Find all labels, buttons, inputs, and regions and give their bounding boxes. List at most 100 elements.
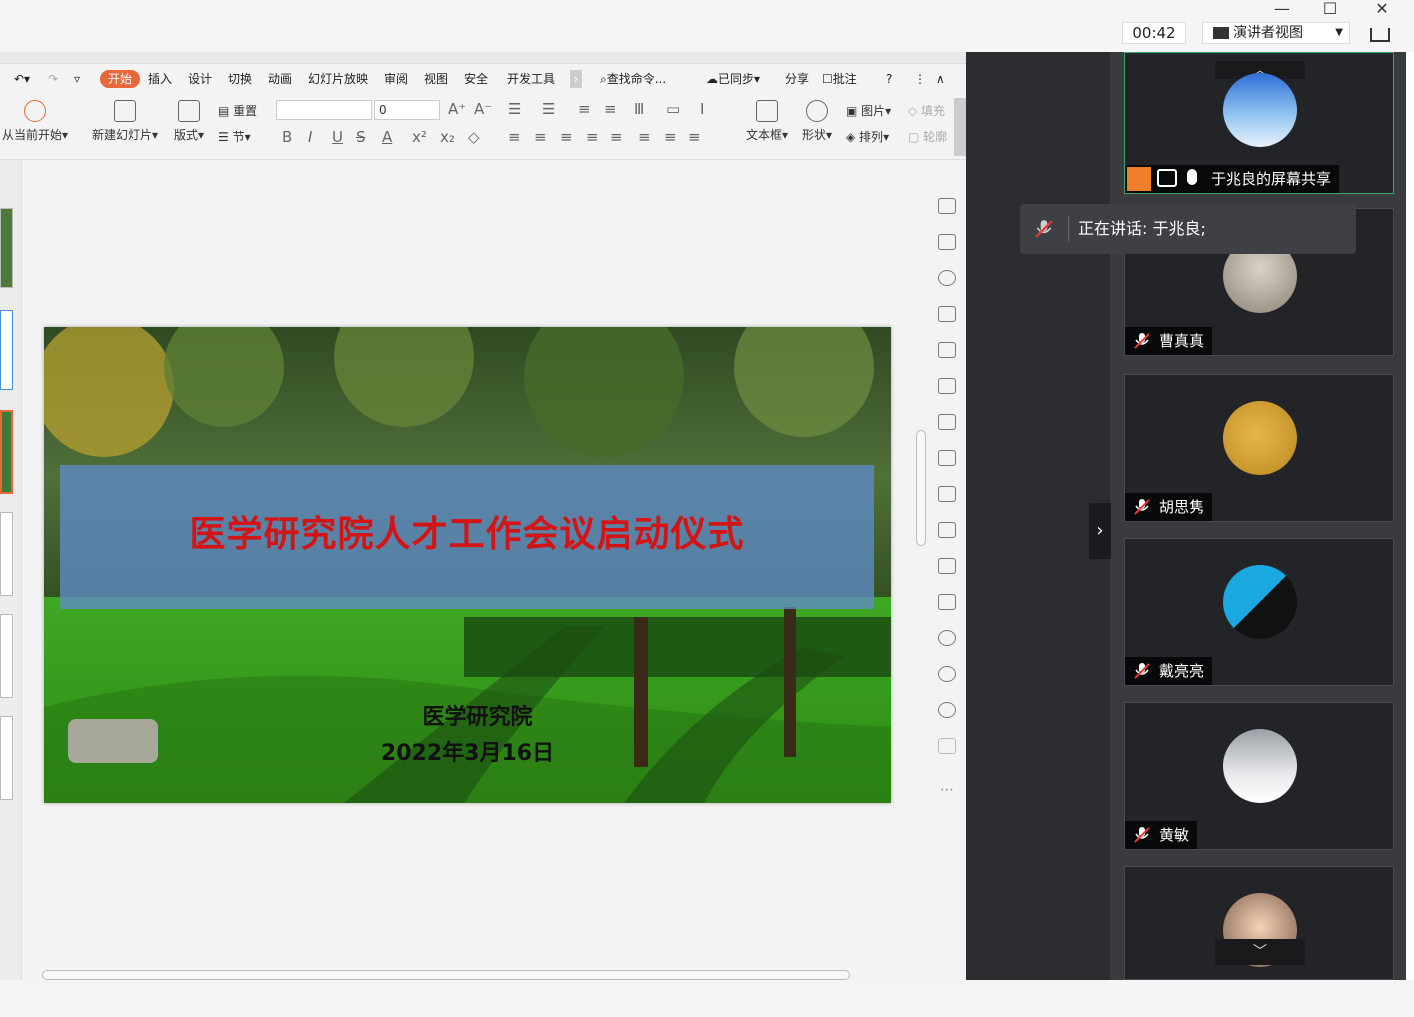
minimize-button[interactable]: — [1262,0,1302,20]
collapse-panel-button[interactable]: › [1089,503,1111,559]
shape-effects-icon[interactable] [938,270,956,286]
bold-button[interactable]: B [282,128,292,146]
picture-tool-icon[interactable] [938,450,956,466]
numbered-list-icon[interactable]: ☰ [542,100,555,118]
tab-review[interactable]: 审阅 [384,70,408,88]
collapse-ribbon-icon[interactable]: ∧ [936,70,945,88]
text-direction-icon[interactable]: Ⅲ [634,100,644,118]
indent-increase-icon[interactable]: ≡ [604,100,617,118]
image-icon[interactable] [938,558,956,574]
more-tabs-icon[interactable]: › [570,70,582,88]
tab-slideshow[interactable]: 幻灯片放映 [308,70,368,88]
presenter-view-dropdown[interactable]: 演讲者视图 ▼ [1202,22,1350,44]
close-button[interactable]: ✕ [1362,0,1402,20]
italic-button[interactable]: I [308,128,312,146]
picture-button[interactable]: ▣ 图片▾ [846,102,891,119]
superscript-icon[interactable]: x² [412,128,427,146]
decrease-font-icon[interactable]: A⁻ [474,100,492,118]
participant-tile-presenter[interactable]: ︿ 于兆良的屏幕共享 [1124,52,1394,194]
tab-security[interactable]: 安全 [464,70,488,88]
slide-organization[interactable]: 医学研究院 [44,699,891,731]
eraser-icon[interactable]: ◇ [468,128,480,146]
current-slide[interactable]: 医学研究院人才工作会议启动仪式 医学研究院 2022年3月16日 [44,327,891,803]
shape-button[interactable]: 形状▾ [802,100,832,143]
scroll-down-icon[interactable]: ﹀ [1215,939,1305,965]
settings-sliders-icon[interactable] [938,414,956,430]
section-button[interactable]: ☰ 节▾ [218,128,251,145]
line-spacing-dropdown-icon[interactable]: ≡ [688,128,701,146]
customize-icon[interactable]: ▿ [74,70,80,88]
sync-status[interactable]: ☁已同步▾ [706,70,760,88]
tab-home[interactable]: 开始 [100,70,141,88]
vertical-scrollbar[interactable] [916,430,926,546]
line-spacing-icon[interactable]: Ⅰ [700,100,704,118]
tab-developer[interactable]: 开发工具 [507,70,555,88]
participant-tile[interactable]: 胡思隽 [1124,374,1394,522]
paragraph-spacing-icon[interactable]: ≡ [638,128,651,146]
align-right-icon[interactable]: ≡ [560,128,573,146]
history-icon[interactable] [938,666,956,682]
help-button[interactable]: ? [886,70,892,88]
slide-date[interactable]: 2022年3月16日 [44,735,891,767]
speaker-icon[interactable] [938,594,956,610]
undo-icon[interactable]: ↶▾ [14,70,30,88]
vertical-align-icon[interactable]: ≡ [664,128,677,146]
tab-view[interactable]: 视图 [424,70,448,88]
align-center-icon[interactable]: ≡ [534,128,547,146]
tab-insert[interactable]: 插入 [148,70,172,88]
participant-tile[interactable]: ﹀ [1124,866,1394,980]
comment-button[interactable]: ☐批注 [822,70,857,88]
reset-button[interactable]: ▤ 重置 [218,102,257,119]
more-horizontal-icon[interactable]: ⋯ [940,782,954,798]
slide-thumbnail[interactable] [0,512,13,596]
increase-font-icon[interactable]: A⁺ [448,100,466,118]
subscript-icon[interactable]: x₂ [440,128,455,146]
download-icon[interactable] [938,630,956,646]
fullscreen-icon[interactable] [1370,28,1390,42]
tab-transition[interactable]: 切换 [228,70,252,88]
distribute-icon[interactable]: ≡ [610,128,623,146]
tab-design[interactable]: 设计 [188,70,212,88]
ribbon-scroll-handle[interactable] [954,98,966,156]
outline-button[interactable]: ▢ 轮廓 [908,128,947,145]
slide-thumbnail[interactable] [0,614,13,698]
underline-button[interactable]: U [332,128,343,146]
slide-thumbnail[interactable] [0,410,13,494]
redo-icon[interactable]: ↷ [48,70,58,88]
align-left-icon[interactable]: ≡ [508,128,521,146]
strikethrough-button[interactable]: S [356,128,366,146]
package-icon[interactable] [938,738,956,754]
participant-tile[interactable]: 戴亮亮 [1124,538,1394,686]
font-family-select[interactable] [276,100,372,120]
layout-button[interactable]: 版式▾ [174,100,204,143]
font-color-button[interactable]: A [382,128,392,146]
search-command[interactable]: ⌕查找命令... [600,70,666,88]
horizontal-scrollbar[interactable] [42,970,850,980]
slide-title[interactable]: 医学研究院人才工作会议启动仪式 [60,505,874,557]
archive-icon[interactable] [938,522,956,538]
replace-icon[interactable] [938,234,956,250]
grid-icon[interactable] [938,342,956,358]
font-size-select[interactable]: 0 [374,100,440,120]
play-from-current-button[interactable]: 从当前开始▾ [2,100,68,143]
tab-animation[interactable]: 动画 [268,70,292,88]
fill-button[interactable]: ◇ 填充 [908,102,945,119]
slide-thumbnail[interactable] [0,208,13,288]
justify-icon[interactable]: ≡ [586,128,599,146]
arrange-button[interactable]: ◈ 排列▾ [846,128,889,145]
chart-icon[interactable] [938,378,956,394]
new-slide-button[interactable]: 新建幻灯片▾ [92,100,158,143]
help-circle-icon[interactable] [938,702,956,718]
slide-thumbnail[interactable] [0,310,13,390]
indent-decrease-icon[interactable]: ≡ [578,100,591,118]
participant-tile[interactable]: 黄敏 [1124,702,1394,850]
share-button[interactable]: 分享 [785,70,809,88]
more-icon[interactable]: ⋮ [914,70,926,88]
slide-thumbnail[interactable] [0,716,13,800]
textbox-button[interactable]: 文本框▾ [746,100,788,143]
columns-icon[interactable]: ▭ [666,100,680,118]
export-icon[interactable] [938,486,956,502]
maximize-button[interactable]: ☐ [1310,0,1350,20]
text-style-icon[interactable] [938,306,956,322]
magic-icon[interactable] [938,198,956,214]
